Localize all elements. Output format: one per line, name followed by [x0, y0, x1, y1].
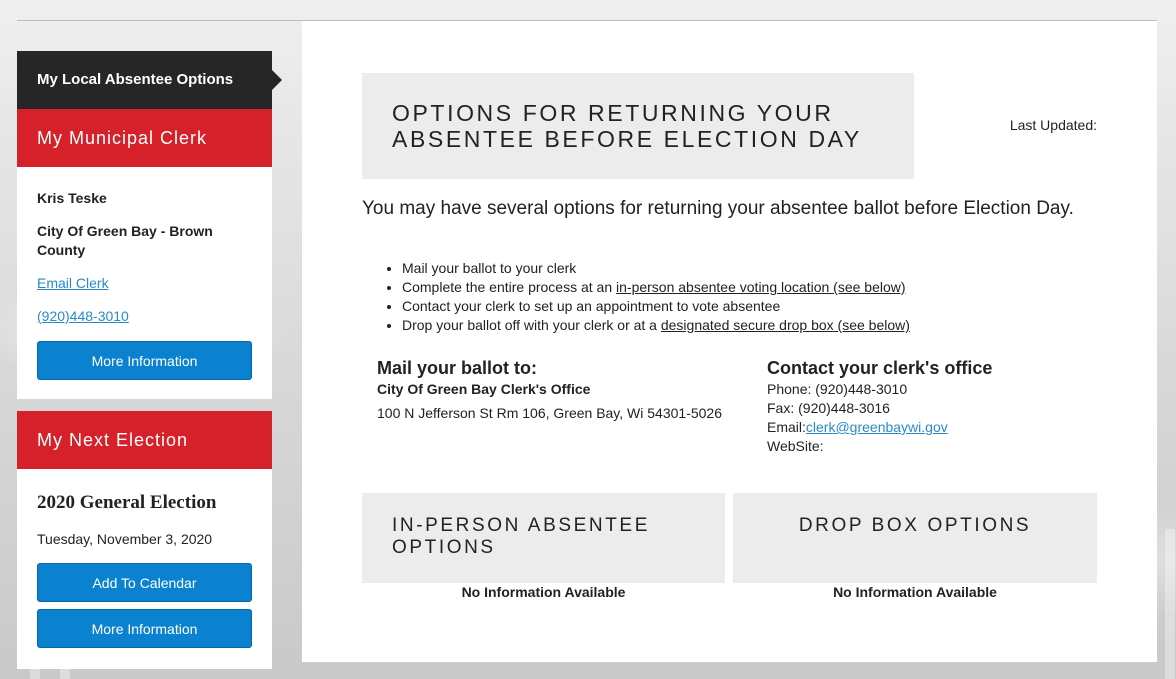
drop-box-link-text: designated secure drop box	[660, 317, 834, 333]
list-item: Complete the entire process at an in-per…	[402, 278, 910, 297]
tab-local-absentee-options-label: My Local Absentee Options	[37, 71, 234, 88]
clerk-header: My Municipal Clerk	[17, 109, 272, 167]
page-title: OPTIONS FOR RETURNING YOUR ABSENTEE BEFO…	[392, 100, 862, 152]
in-person-location-link[interactable]: in-person absentee voting location (see …	[616, 279, 906, 295]
contact-phone: Phone: (920)448-3010	[767, 381, 908, 397]
drop-box-options-heading: DROP BOX OPTIONS	[798, 515, 1032, 536]
mail-address: 100 N Jefferson St Rm 106, Green Bay, Wi…	[377, 405, 723, 421]
election-more-information-button[interactable]: More Information	[37, 609, 252, 648]
drop-box-status: No Information Available	[833, 584, 997, 600]
clerk-municipality: City Of Green Bay - Brown County	[37, 223, 213, 258]
return-options-list: Mail your ballot to your clerk Complete …	[382, 259, 910, 335]
election-card: 2020 General Election Tuesday, November …	[17, 469, 272, 669]
election-date: Tuesday, November 3, 2020	[37, 531, 213, 547]
clerk-name: Kris Teske	[37, 190, 107, 206]
list-item: Mail your ballot to your clerk	[402, 259, 910, 278]
drop-box-link[interactable]: designated secure drop box (see below)	[661, 317, 910, 333]
in-person-options-box: IN-PERSON ABSENTEE OPTIONS	[362, 493, 725, 583]
main-panel: OPTIONS FOR RETURNING YOUR ABSENTEE BEFO…	[302, 21, 1157, 662]
clerk-phone-link[interactable]: (920)448-3010	[37, 307, 252, 326]
drop-box-options-box: DROP BOX OPTIONS	[733, 493, 1097, 583]
list-item: Drop your ballot off with your clerk or …	[402, 316, 910, 335]
intro-text: You may have several options for returni…	[362, 198, 1074, 219]
in-person-options-heading: IN-PERSON ABSENTEE OPTIONS	[392, 515, 650, 558]
contact-fax: Fax: (920)448-3016	[767, 400, 890, 416]
option-text: Mail your ballot to your clerk	[402, 260, 577, 276]
mail-heading: Mail your ballot to:	[377, 358, 537, 378]
election-header-label: My Next Election	[37, 430, 189, 450]
background-column	[1165, 529, 1175, 679]
last-updated-label: Last Updated:	[1009, 117, 1097, 133]
list-item: Contact your clerk to set up an appointm…	[402, 297, 910, 316]
mail-office-name: City Of Green Bay Clerk's Office	[377, 381, 591, 397]
clerk-card: Kris Teske City Of Green Bay - Brown Cou…	[17, 167, 272, 399]
election-name: 2020 General Election	[37, 492, 217, 513]
email-clerk-link[interactable]: Email Clerk	[37, 274, 252, 293]
in-person-status: No Information Available	[461, 584, 626, 600]
option-text: Contact your clerk to set up an appointm…	[402, 298, 781, 314]
tab-local-absentee-options[interactable]: My Local Absentee Options	[17, 51, 282, 109]
election-header: My Next Election	[17, 411, 272, 469]
contact-heading: Contact your clerk's office	[767, 358, 993, 378]
contact-email-row: Email:clerk@greenbaywi.gov	[767, 418, 1097, 437]
clerk-more-information-button[interactable]: More Information	[37, 341, 252, 380]
option-text: Drop your ballot off with your clerk or …	[402, 317, 661, 333]
mail-ballot-block: Mail your ballot to: City Of Green Bay C…	[377, 356, 747, 423]
clerk-email-link[interactable]: clerk@greenbaywi.gov	[806, 419, 948, 435]
option-text: Complete the entire process at an	[402, 279, 617, 295]
add-to-calendar-button[interactable]: Add To Calendar	[37, 563, 252, 602]
clerk-header-label: My Municipal Clerk	[37, 128, 208, 148]
title-box: OPTIONS FOR RETURNING YOUR ABSENTEE BEFO…	[362, 73, 914, 179]
contact-clerk-block: Contact your clerk's office Phone: (920)…	[767, 356, 1097, 456]
contact-email-label: Email:	[767, 419, 806, 435]
contact-website: WebSite:	[767, 438, 824, 454]
drop-box-link-suffix: (see below)	[833, 317, 910, 333]
sidebar: My Local Absentee Options My Municipal C…	[17, 51, 282, 669]
